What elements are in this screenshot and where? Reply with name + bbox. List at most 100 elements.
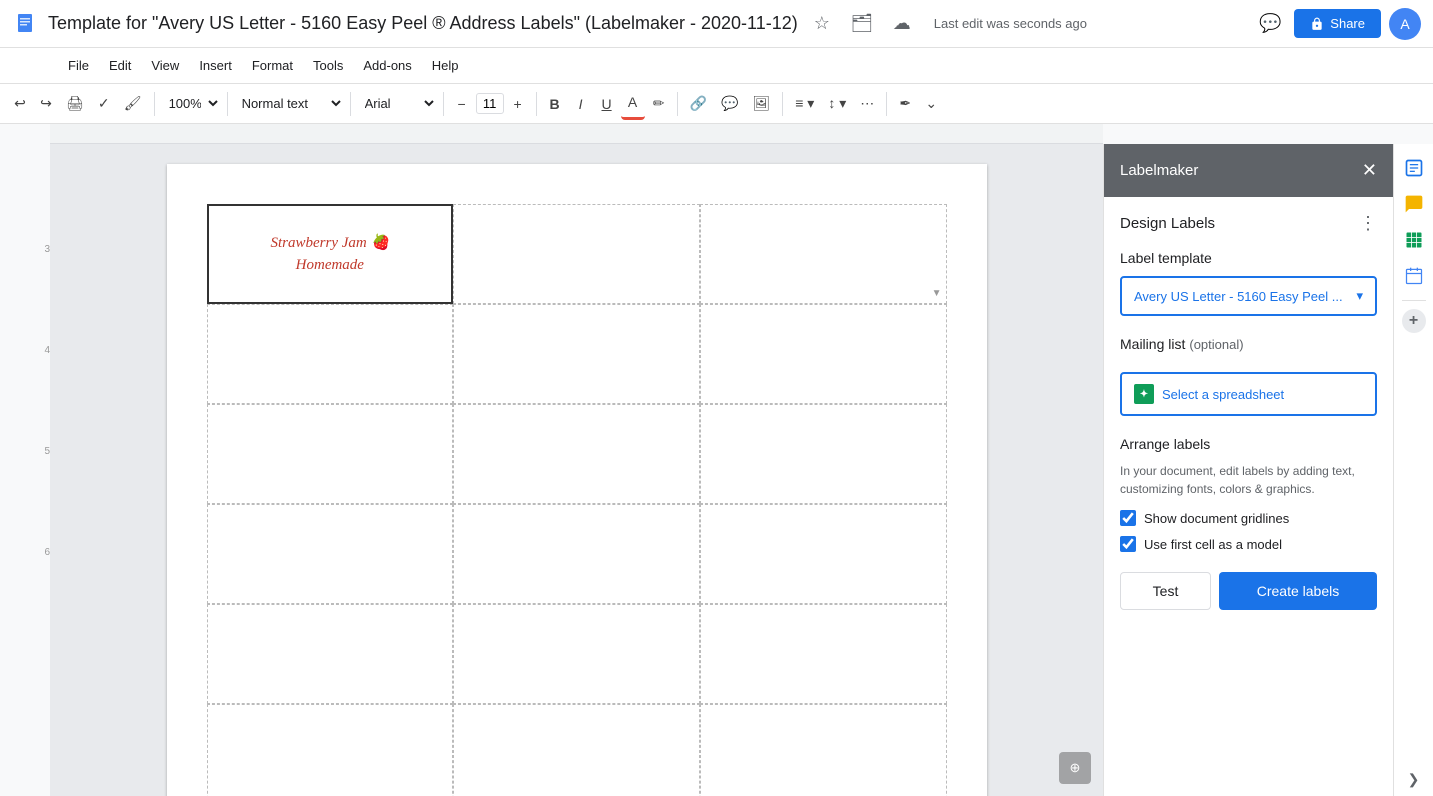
label-cell-5-2[interactable] — [453, 604, 700, 704]
underline-button[interactable]: U — [595, 88, 619, 120]
cloud-button[interactable]: ☁ — [886, 8, 918, 40]
font-select[interactable]: Arial Times New Roman Georgia — [357, 93, 437, 114]
labelmaker-panel: Labelmaker ✕ Design Labels ⋮ Label templ… — [1103, 144, 1393, 796]
show-gridlines-label: Show document gridlines — [1144, 511, 1289, 526]
sidebar-chat-icon[interactable] — [1398, 188, 1430, 220]
panel-more-button[interactable]: ⋮ — [1359, 213, 1377, 234]
menu-file[interactable]: File — [60, 54, 97, 77]
last-edit-text: Last edit was seconds ago — [934, 16, 1087, 31]
label-cell-6-1[interactable] — [207, 704, 454, 796]
page-nav-button[interactable]: ⊕ — [1059, 752, 1091, 784]
separator-7 — [782, 92, 783, 116]
main-area: 3 4 5 6 Strawberry Jam 🍓 Homemade ▼ — [0, 144, 1433, 796]
zoom-select[interactable]: 100% 75% 150% — [161, 93, 221, 114]
font-color-button[interactable]: A — [621, 88, 645, 120]
align-button[interactable]: ≡ ▾ — [789, 88, 820, 120]
redo-button[interactable]: ↪ — [34, 88, 58, 120]
panel-close-button[interactable]: ✕ — [1362, 160, 1377, 181]
document-page: Strawberry Jam 🍓 Homemade ▼ — [167, 164, 987, 796]
template-select-button[interactable]: Avery US Letter - 5160 Easy Peel ... ▾ — [1120, 276, 1377, 316]
expand-button[interactable]: ⌄ — [919, 88, 943, 120]
share-label: Share — [1330, 16, 1365, 31]
label-cell-6-3[interactable] — [700, 704, 947, 796]
label-cell-6-2[interactable] — [453, 704, 700, 796]
comment-button[interactable]: 💬 — [715, 88, 744, 120]
font-size-input[interactable] — [476, 93, 504, 114]
menu-tools[interactable]: Tools — [305, 54, 351, 77]
arrange-labels-section: Arrange labels In your document, edit la… — [1120, 436, 1377, 610]
design-labels-title: Design Labels — [1120, 215, 1215, 232]
arrange-description: In your document, edit labels by adding … — [1120, 462, 1377, 498]
use-first-cell-row: Use first cell as a model — [1120, 536, 1377, 552]
more-button[interactable]: ⋯ — [854, 88, 880, 120]
menu-edit[interactable]: Edit — [101, 54, 139, 77]
label-cell-2-3[interactable] — [700, 304, 947, 404]
share-button[interactable]: Share — [1294, 9, 1381, 38]
title-bar-left: Template for "Avery US Letter - 5160 Eas… — [12, 8, 1246, 40]
sidebar-sheets-icon[interactable] — [1398, 224, 1430, 256]
undo-button[interactable]: ↩ — [8, 88, 32, 120]
label-grid: Strawberry Jam 🍓 Homemade ▼ — [207, 204, 947, 796]
menu-format[interactable]: Format — [244, 54, 301, 77]
title-bar: Template for "Avery US Letter - 5160 Eas… — [0, 0, 1433, 48]
panel-header: Labelmaker ✕ — [1104, 144, 1393, 197]
sidebar-labelmaker-icon[interactable] — [1398, 152, 1430, 184]
label-cell-1-1[interactable]: Strawberry Jam 🍓 Homemade — [207, 204, 454, 304]
menu-addons[interactable]: Add-ons — [355, 54, 419, 77]
document-canvas[interactable]: Strawberry Jam 🍓 Homemade ▼ — [50, 144, 1103, 796]
spellcheck-button[interactable]: ✓ — [92, 88, 116, 120]
font-size-increase[interactable]: + — [506, 88, 530, 120]
title-icons: ☆ 🗂 ☁ — [806, 8, 918, 40]
label-cell-4-2[interactable] — [453, 504, 700, 604]
pen-button[interactable]: ✒ — [893, 88, 917, 120]
label-cell-2-2[interactable] — [453, 304, 700, 404]
sidebar-expand-button[interactable]: ❯ — [1408, 771, 1420, 788]
use-first-cell-label: Use first cell as a model — [1144, 537, 1282, 552]
test-button[interactable]: Test — [1120, 572, 1211, 610]
label-cell-4-3[interactable] — [700, 504, 947, 604]
arrange-labels-title: Arrange labels — [1120, 436, 1377, 452]
menu-view[interactable]: View — [143, 54, 187, 77]
action-buttons: Test Create labels — [1120, 572, 1377, 610]
label-cell-3-2[interactable] — [453, 404, 700, 504]
separator-4 — [443, 92, 444, 116]
highlight-button[interactable]: ✏ — [647, 88, 671, 120]
line-spacing-button[interactable]: ↕ ▾ — [822, 88, 852, 120]
label-template-section: Label template Avery US Letter - 5160 Ea… — [1120, 250, 1377, 316]
format-paint-button[interactable]: 🖌 — [118, 88, 148, 120]
sheets-icon: ✦ — [1134, 384, 1154, 404]
star-button[interactable]: ☆ — [806, 8, 838, 40]
folder-button[interactable]: 🗂 — [846, 8, 878, 40]
menu-insert[interactable]: Insert — [191, 54, 240, 77]
show-gridlines-checkbox[interactable] — [1120, 510, 1136, 526]
cell-indicator: ▼ — [932, 288, 942, 299]
bold-button[interactable]: B — [543, 88, 567, 120]
font-size-decrease[interactable]: − — [450, 88, 474, 120]
comments-button[interactable]: 💬 — [1254, 8, 1286, 40]
label-cell-1-3[interactable]: ▼ — [700, 204, 947, 304]
label-cell-2-1[interactable] — [207, 304, 454, 404]
image-button[interactable]: 🖼 — [746, 88, 776, 120]
create-labels-button[interactable]: Create labels — [1219, 572, 1377, 610]
style-select[interactable]: Normal text Heading 1 Heading 2 — [234, 93, 344, 114]
label-cell-5-1[interactable] — [207, 604, 454, 704]
template-value: Avery US Letter - 5160 Easy Peel ... — [1134, 289, 1343, 304]
sidebar-calendar-icon[interactable] — [1398, 260, 1430, 292]
sidebar-add-button[interactable]: + — [1402, 309, 1426, 333]
label-line-2: Homemade — [270, 254, 389, 277]
doc-icon — [12, 10, 40, 38]
label-cell-3-3[interactable] — [700, 404, 947, 504]
italic-button[interactable]: I — [569, 88, 593, 120]
print-button[interactable]: 🖨 — [60, 88, 90, 120]
avatar: A — [1389, 8, 1421, 40]
link-button[interactable]: 🔗 — [684, 88, 713, 120]
label-cell-3-1[interactable] — [207, 404, 454, 504]
label-cell-4-1[interactable] — [207, 504, 454, 604]
sidebar-divider — [1402, 300, 1426, 301]
select-spreadsheet-button[interactable]: ✦ Select a spreadsheet — [1120, 372, 1377, 416]
optional-label: (optional) — [1189, 337, 1243, 352]
menu-help[interactable]: Help — [424, 54, 467, 77]
label-cell-5-3[interactable] — [700, 604, 947, 704]
use-first-cell-checkbox[interactable] — [1120, 536, 1136, 552]
label-cell-1-2[interactable] — [453, 204, 700, 304]
